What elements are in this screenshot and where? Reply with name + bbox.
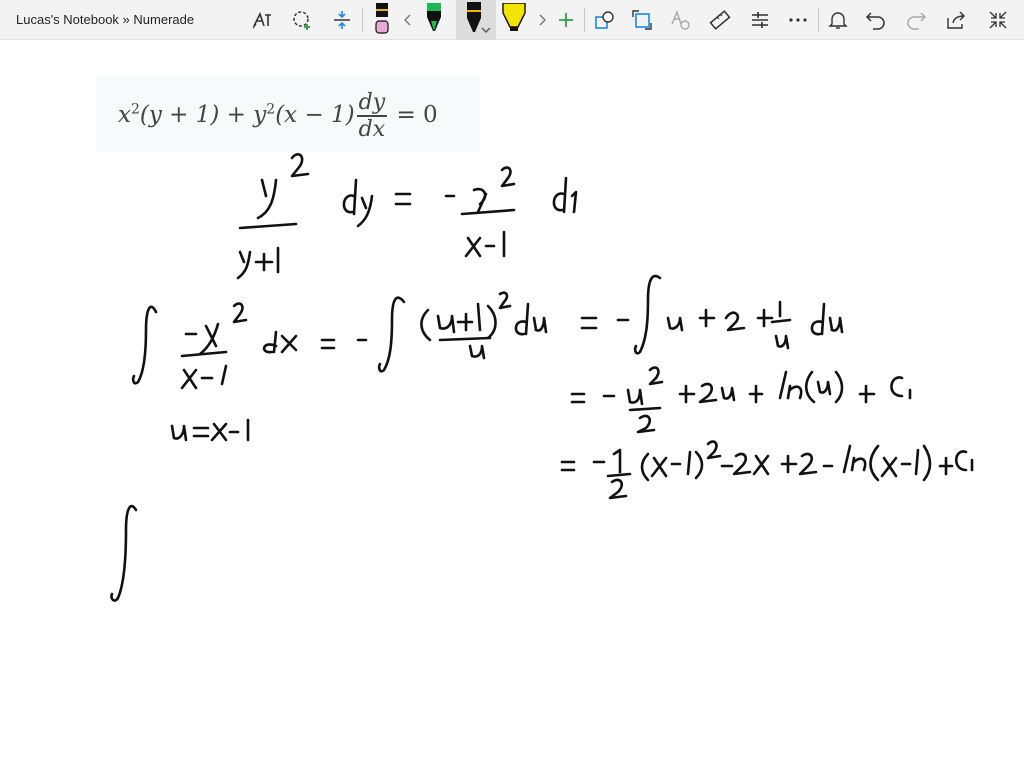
handwriting-integral xyxy=(110,504,138,602)
handwriting-canvas[interactable] xyxy=(0,0,1024,768)
handwriting-line-4 xyxy=(560,440,974,500)
handwriting-line-2 xyxy=(131,274,844,390)
handwriting-substitution xyxy=(170,418,250,442)
handwriting-line-3 xyxy=(570,366,912,434)
handwriting-line-1 xyxy=(236,153,578,280)
